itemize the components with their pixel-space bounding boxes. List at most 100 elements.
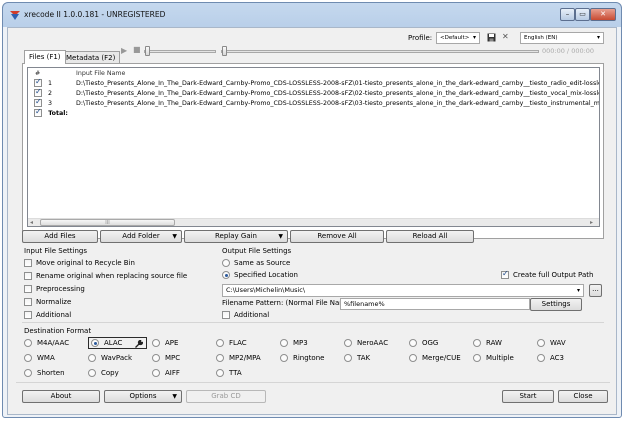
grab-cd-button[interactable]: Grab CD	[186, 390, 266, 403]
title-bar[interactable]: xrecode II 1.0.0.181 - UNREGISTERED – ▭ …	[3, 3, 621, 27]
preprocessing-checkbox[interactable]	[24, 285, 32, 293]
same-as-source-radio[interactable]	[222, 259, 230, 267]
scroll-left-icon[interactable]: ◂	[30, 219, 33, 226]
additional-input-option[interactable]: Additional	[24, 311, 71, 319]
seek-slider-thumb[interactable]	[222, 46, 227, 56]
format-tak[interactable]: TAK	[344, 354, 370, 362]
specified-location-radio[interactable]	[222, 271, 230, 279]
horizontal-scrollbar[interactable]: ◂ III ▸	[28, 218, 599, 226]
column-header-filename[interactable]: Input File Name	[76, 69, 125, 79]
create-full-path-checkbox[interactable]	[501, 269, 509, 279]
additional-output-checkbox[interactable]	[222, 311, 230, 319]
add-files-button[interactable]: Add Files	[22, 230, 98, 243]
format-radio[interactable]	[216, 369, 224, 377]
file-name[interactable]: D:\Tiesto_Presents_Alone_In_The_Dark-Edw…	[76, 99, 599, 109]
tab-files[interactable]: Files (F1)	[24, 50, 66, 64]
file-checkbox[interactable]	[34, 77, 42, 87]
browse-button[interactable]: ...	[589, 284, 602, 297]
format-mp3[interactable]: MP3	[280, 339, 308, 347]
format-shorten[interactable]: Shorten	[24, 369, 65, 377]
format-ringtone[interactable]: Ringtone	[280, 354, 324, 362]
format-radio[interactable]	[344, 354, 352, 362]
delete-profile-icon[interactable]: ✕	[502, 32, 509, 41]
same-as-source-option[interactable]: Same as Source	[222, 259, 290, 267]
create-full-path-option[interactable]: Create full Output Path	[501, 269, 593, 279]
format-alac[interactable]: ALAC	[88, 337, 147, 349]
play-icon[interactable]: ▶	[121, 46, 127, 55]
minimize-button[interactable]: –	[560, 8, 575, 21]
stop-icon[interactable]: ■	[133, 45, 141, 54]
format-radio[interactable]	[344, 339, 352, 347]
format-radio[interactable]	[216, 339, 224, 347]
format-radio[interactable]	[24, 339, 32, 347]
specified-location-option[interactable]: Specified Location	[222, 271, 298, 279]
scroll-right-icon[interactable]: ▸	[590, 219, 593, 226]
format-radio[interactable]	[473, 339, 481, 347]
close-window-button[interactable]: ✕	[590, 8, 616, 21]
scrollbar-thumb[interactable]: III	[40, 219, 175, 226]
profile-select[interactable]: <Default> ▾	[436, 32, 480, 44]
volume-slider[interactable]	[144, 50, 216, 53]
filename-pattern-input[interactable]: %filename%	[340, 298, 530, 310]
format-radio[interactable]	[88, 369, 96, 377]
maximize-button[interactable]: ▭	[575, 8, 590, 21]
additional-output-option[interactable]: Additional	[222, 311, 269, 319]
language-select[interactable]: English (EN) ▾	[520, 32, 604, 44]
total-checkbox[interactable]	[34, 107, 42, 117]
file-checkbox[interactable]	[34, 97, 42, 107]
wrench-icon[interactable]	[135, 340, 143, 348]
about-button[interactable]: About	[22, 390, 100, 403]
move-to-recycle-option[interactable]: Move original to Recycle Bin	[24, 259, 135, 267]
format-radio[interactable]	[473, 354, 481, 362]
file-name[interactable]: D:\Tiesto_Presents_Alone_In_The_Dark-Edw…	[76, 89, 599, 99]
output-path-combo[interactable]: C:\Users\Michelin\Music\ ▾	[222, 284, 584, 297]
format-radio[interactable]	[88, 354, 96, 362]
file-list[interactable]: # Input File Name 1 D:\Tiesto_Presents_A…	[27, 67, 600, 227]
format-ape[interactable]: APE	[152, 339, 178, 347]
format-ac3[interactable]: AC3	[537, 354, 564, 362]
replay-gain-button[interactable]: Replay Gain ▼	[184, 230, 288, 243]
format-wma[interactable]: WMA	[24, 354, 55, 362]
format-wav[interactable]: WAV	[537, 339, 566, 347]
seek-slider[interactable]	[221, 50, 539, 53]
format-radio[interactable]	[24, 369, 32, 377]
format-radio[interactable]	[537, 339, 545, 347]
start-button[interactable]: Start	[502, 390, 554, 403]
rename-original-checkbox[interactable]	[24, 272, 32, 280]
add-folder-button[interactable]: Add Folder ▼	[100, 230, 182, 243]
format-multiple[interactable]: Multiple	[473, 354, 514, 362]
format-radio[interactable]	[409, 339, 417, 347]
format-neroaac[interactable]: NeroAAC	[344, 339, 388, 347]
format-radio[interactable]	[24, 354, 32, 362]
format-ogg[interactable]: OGG	[409, 339, 438, 347]
format-flac[interactable]: FLAC	[216, 339, 247, 347]
format-radio[interactable]	[91, 339, 99, 347]
normalize-option[interactable]: Normalize	[24, 298, 71, 306]
file-name[interactable]: D:\Tiesto_Presents_Alone_In_The_Dark-Edw…	[76, 79, 599, 89]
save-profile-icon[interactable]	[487, 33, 496, 42]
format-radio[interactable]	[152, 339, 160, 347]
close-button[interactable]: Close	[558, 390, 608, 403]
format-tta[interactable]: TTA	[216, 369, 242, 377]
format-radio[interactable]	[537, 354, 545, 362]
volume-slider-thumb[interactable]	[145, 46, 150, 56]
format-aiff[interactable]: AIFF	[152, 369, 180, 377]
move-to-recycle-checkbox[interactable]	[24, 259, 32, 267]
format-radio[interactable]	[409, 354, 417, 362]
format-radio[interactable]	[216, 354, 224, 362]
format-radio[interactable]	[152, 354, 160, 362]
format-mpc[interactable]: MPC	[152, 354, 180, 362]
format-copy[interactable]: Copy	[88, 369, 119, 377]
format-raw[interactable]: RAW	[473, 339, 502, 347]
format-wavpack[interactable]: WavPack	[88, 354, 132, 362]
format-radio[interactable]	[280, 354, 288, 362]
additional-input-checkbox[interactable]	[24, 311, 32, 319]
format-merge-cue[interactable]: Merge/CUE	[409, 354, 461, 362]
normalize-checkbox[interactable]	[24, 298, 32, 306]
preprocessing-option[interactable]: Preprocessing	[24, 285, 85, 293]
format-radio[interactable]	[152, 369, 160, 377]
rename-original-option[interactable]: Rename original when replacing source fi…	[24, 272, 187, 280]
file-checkbox[interactable]	[34, 87, 42, 97]
settings-button[interactable]: Settings	[530, 298, 582, 311]
reload-all-button[interactable]: Reload All	[386, 230, 474, 243]
